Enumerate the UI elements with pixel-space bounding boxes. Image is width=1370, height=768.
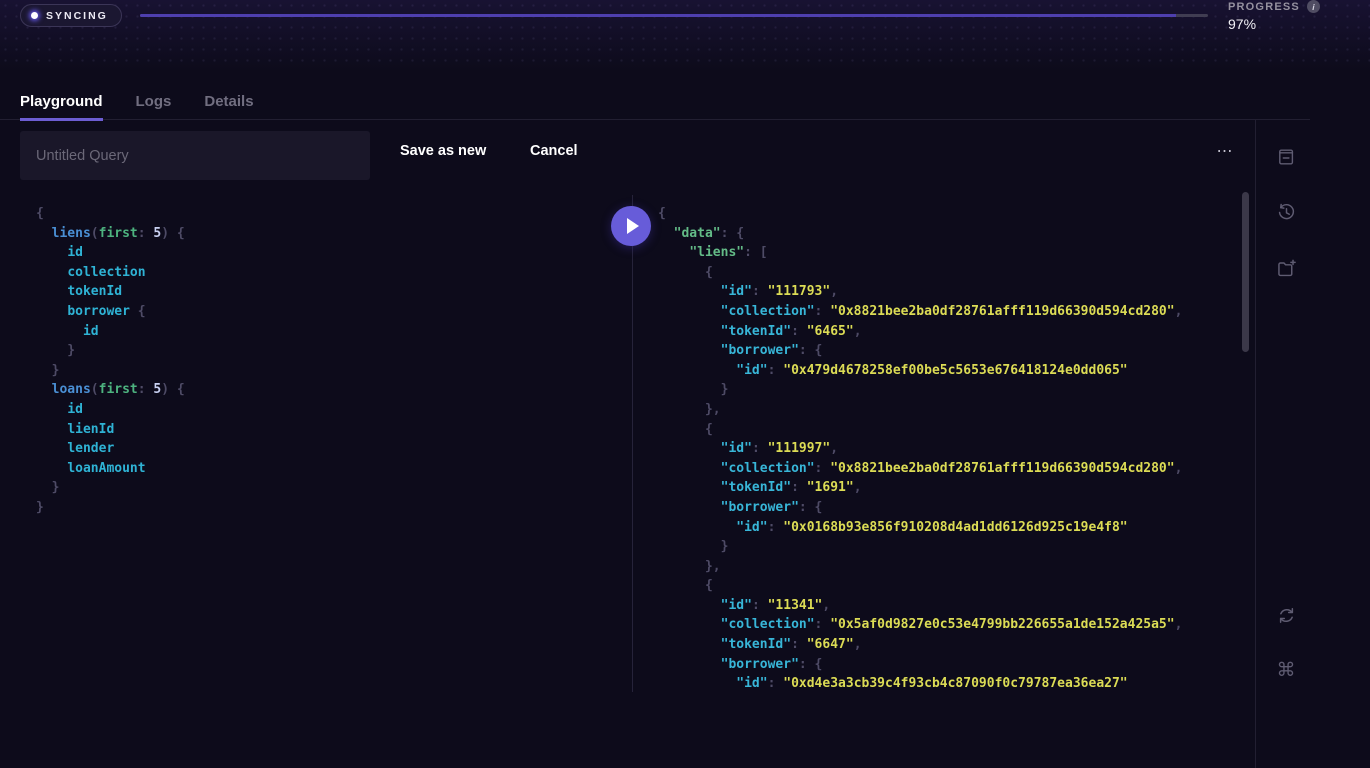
code-line: { [658,204,1242,224]
keyboard-shortcuts-button[interactable]: ⌘ [1275,659,1297,681]
code-line: loans(first: 5) { [36,380,616,400]
play-icon [627,218,639,234]
code-line: "tokenId": "6647", [658,635,1242,655]
code-line: lender [36,439,616,459]
cancel-button[interactable]: Cancel [530,120,578,182]
saved-queries-button[interactable] [1275,146,1297,168]
code-line: "id": "0x479d4678258ef00be5c5653e6764181… [658,361,1242,381]
code-line: "id": "0xd4e3a3cb39c4f93cb4c87090f0c7978… [658,674,1242,694]
code-line: "borrower": { [658,341,1242,361]
code-line: "borrower": { [658,498,1242,518]
syncing-status-dot [31,12,38,19]
query-editor[interactable]: { liens(first: 5) { id collection tokenI… [36,204,616,700]
code-line: "data": { [658,224,1242,244]
saved-queries-icon [1276,147,1296,167]
new-folder-icon [1276,258,1297,279]
history-icon [1276,202,1297,223]
progress-percentage: 97% [1228,16,1320,32]
code-line: } [36,478,616,498]
query-name-input[interactable] [20,131,370,180]
save-as-new-button[interactable]: Save as new [400,120,486,182]
code-line: { [658,263,1242,283]
code-line: } [658,537,1242,557]
code-line: lienId [36,420,616,440]
sync-progress-bar [140,14,1208,17]
progress-info-block: PROGRESS i 97% [1228,0,1320,32]
code-line: } [658,380,1242,400]
code-line: "id": "111793", [658,282,1242,302]
code-line: "borrower": { [658,655,1242,675]
query-toolbar: Save as new Cancel ⋯ [0,120,1255,182]
code-line: "id": "0x0168b93e856f910208d4ad1dd6126d9… [658,518,1242,538]
progress-bar-fill [140,14,1176,17]
code-line: "tokenId": "1691", [658,478,1242,498]
pane-divider [632,195,633,692]
run-query-button[interactable] [611,206,651,246]
new-folder-button[interactable] [1275,257,1297,279]
info-icon[interactable]: i [1307,0,1320,13]
refresh-icon [1276,605,1297,626]
code-line: tokenId [36,282,616,302]
code-line: collection [36,263,616,283]
code-line: id [36,243,616,263]
code-line: id [36,400,616,420]
response-viewer: { "data": { "liens": [ { "id": "111793",… [658,204,1242,700]
playground-editor-area: { liens(first: 5) { id collection tokenI… [0,182,1255,700]
right-sidebar: ⌘ [1255,119,1310,768]
code-line: "collection": "0x8821bee2ba0df28761afff1… [658,459,1242,479]
response-scrollbar-thumb[interactable] [1242,192,1249,352]
code-line: } [36,341,616,361]
tab-playground[interactable]: Playground [20,93,103,121]
command-icon: ⌘ [1277,661,1296,680]
tab-details[interactable]: Details [204,93,253,119]
code-line: } [36,361,616,381]
code-line: liens(first: 5) { [36,224,616,244]
progress-label: PROGRESS [1228,1,1300,13]
code-line: "id": "11341", [658,596,1242,616]
query-history-button[interactable] [1275,201,1297,223]
top-status-bar: SYNCING PROGRESS i 97% [0,0,1370,70]
code-line: borrower { [36,302,616,322]
code-line: }, [658,400,1242,420]
code-line: "liens": [ [658,243,1242,263]
code-line: }, [658,557,1242,577]
code-line: "collection": "0x8821bee2ba0df28761afff1… [658,302,1242,322]
code-line: "collection": "0x5af0d9827e0c53e4799bb22… [658,615,1242,635]
code-line: loanAmount [36,459,616,479]
tab-bar: Playground Logs Details [0,93,1310,120]
code-line: } [36,498,616,518]
refresh-button[interactable] [1275,604,1297,626]
code-line: { [36,204,616,224]
tab-logs[interactable]: Logs [136,93,172,119]
more-options-button[interactable]: ⋯ [1205,120,1245,182]
code-line: "id": "111997", [658,439,1242,459]
code-line: id [36,322,616,342]
dot-pattern-decoration [0,0,1370,70]
code-line: "tokenId": "6465", [658,322,1242,342]
syncing-label: SYNCING [46,10,108,22]
code-line: { [658,576,1242,596]
syncing-badge: SYNCING [20,4,122,27]
code-line: { [658,420,1242,440]
